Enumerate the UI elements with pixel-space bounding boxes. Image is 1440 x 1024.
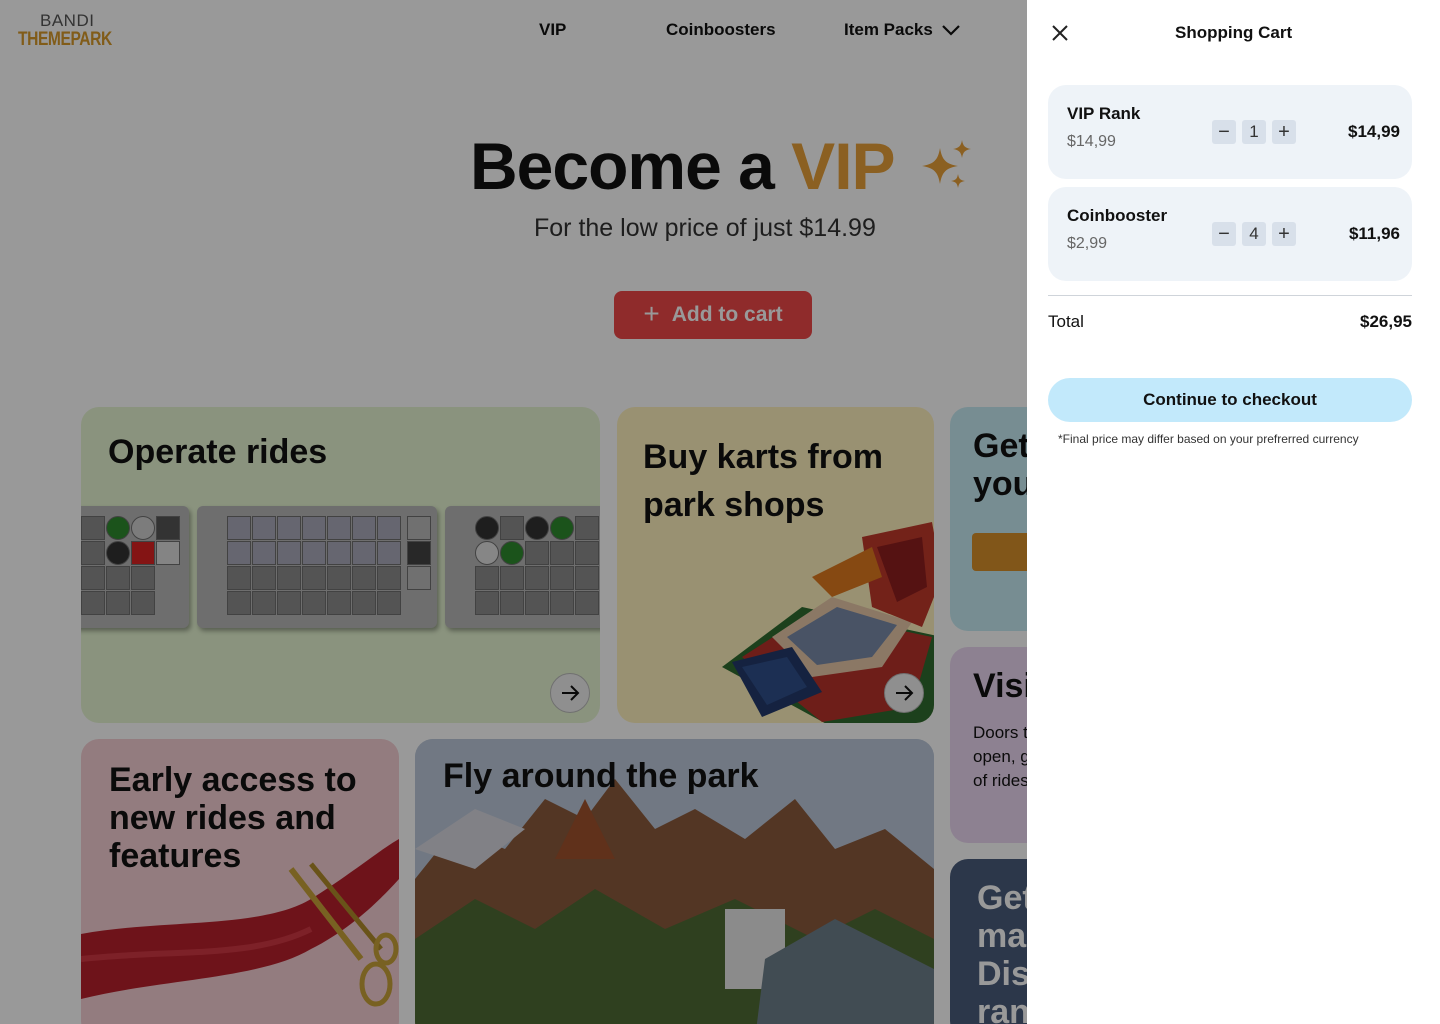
increment-button[interactable]: + xyxy=(1272,120,1296,144)
close-icon[interactable] xyxy=(1049,22,1071,44)
shopping-cart-panel: Shopping Cart VIP Rank $14,99 − 1 + $14,… xyxy=(1027,0,1440,1024)
quantity-value: 1 xyxy=(1242,120,1266,144)
cart-item-line-total: $14,99 xyxy=(1348,122,1400,141)
total-value: $26,95 xyxy=(1360,312,1412,331)
cart-item: VIP Rank $14,99 − 1 + $14,99 xyxy=(1048,85,1412,179)
cart-item-name: VIP Rank xyxy=(1067,104,1141,123)
quantity-stepper: − 4 + xyxy=(1212,222,1296,246)
increment-button[interactable]: + xyxy=(1272,222,1296,246)
cart-item-line-total: $11,96 xyxy=(1348,224,1400,243)
cart-item-price: $2,99 xyxy=(1067,235,1108,252)
cart-item-price: $14,99 xyxy=(1067,133,1116,150)
total-label: Total xyxy=(1048,312,1084,331)
decrement-button[interactable]: − xyxy=(1212,222,1236,246)
quantity-value: 4 xyxy=(1242,222,1266,246)
decrement-button[interactable]: − xyxy=(1212,120,1236,144)
cart-item: Coinbooster $2,99 − 4 + $11,96 xyxy=(1048,187,1412,281)
cart-item-name: Coinbooster xyxy=(1067,206,1168,225)
cart-divider xyxy=(1048,295,1412,296)
checkout-button[interactable]: Continue to checkout xyxy=(1048,378,1412,422)
quantity-stepper: − 1 + xyxy=(1212,120,1296,144)
